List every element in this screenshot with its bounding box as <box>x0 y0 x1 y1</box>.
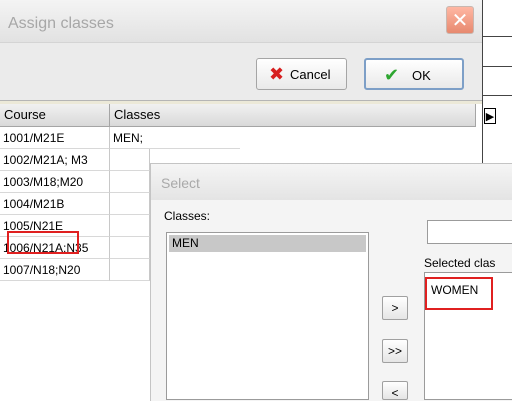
column-header-classes[interactable]: Classes <box>110 104 476 126</box>
background-window-divider <box>482 95 512 96</box>
add-button[interactable]: > <box>382 296 408 320</box>
ok-button[interactable]: ✔ OK <box>364 58 464 90</box>
close-icon: ✕ <box>451 8 469 32</box>
classes-cell[interactable] <box>110 193 150 215</box>
classes-cell[interactable] <box>110 215 150 237</box>
selected-highlight-box <box>425 277 493 310</box>
classes-label: Classes: <box>164 209 211 223</box>
course-cell[interactable]: 1007/N18;N20 <box>0 259 110 281</box>
classes-cell[interactable] <box>110 237 150 259</box>
table-row[interactable]: 1003/M18;M20 <box>0 171 150 193</box>
checkmark-icon: ✔ <box>384 65 400 86</box>
available-classes-list[interactable]: MEN <box>166 232 369 400</box>
table-row[interactable]: 1001/M21E MEN; <box>0 127 240 149</box>
background-window-divider <box>482 66 512 67</box>
course-cell[interactable]: 1001/M21E <box>0 127 110 149</box>
classes-cell[interactable] <box>110 171 150 193</box>
column-header-course[interactable]: Course <box>0 104 110 126</box>
classes-cell[interactable]: MEN; <box>110 127 240 149</box>
close-button[interactable]: ✕ <box>446 6 474 34</box>
classes-cell[interactable] <box>110 149 150 171</box>
x-icon: ✖ <box>269 64 285 85</box>
course-cell[interactable]: 1004/M21B <box>0 193 110 215</box>
add-all-button[interactable]: >> <box>382 339 408 363</box>
selected-classes-label: Selected clas <box>424 256 496 270</box>
cancel-button[interactable]: ✖ Cancel <box>256 58 347 90</box>
remove-button[interactable]: < <box>382 381 408 400</box>
table-row[interactable]: 1007/N18;N20 <box>0 259 150 281</box>
classes-cell[interactable] <box>110 259 150 281</box>
ok-button-label: OK <box>412 68 431 83</box>
course-cell[interactable]: 1003/M18;M20 <box>0 171 110 193</box>
window-titlebar: Assign classes ✕ <box>0 0 482 43</box>
filter-input[interactable] <box>427 220 512 244</box>
list-item[interactable]: MEN <box>169 235 366 252</box>
scroll-right-arrow[interactable]: ▶ <box>484 108 496 124</box>
background-window-divider <box>482 36 512 37</box>
cancel-button-label: Cancel <box>290 67 331 82</box>
course-cell[interactable]: 1002/M21A; M3 <box>0 149 110 171</box>
table-row[interactable]: 1002/M21A; M3 <box>0 149 150 171</box>
grid-header: Course Classes <box>0 104 476 127</box>
select-dialog-titlebar: Select <box>151 164 512 200</box>
table-row[interactable]: 1004/M21B <box>0 193 150 215</box>
select-dialog-title: Select <box>161 175 200 191</box>
course-highlight-box <box>7 231 79 254</box>
window-title: Assign classes <box>8 15 114 32</box>
